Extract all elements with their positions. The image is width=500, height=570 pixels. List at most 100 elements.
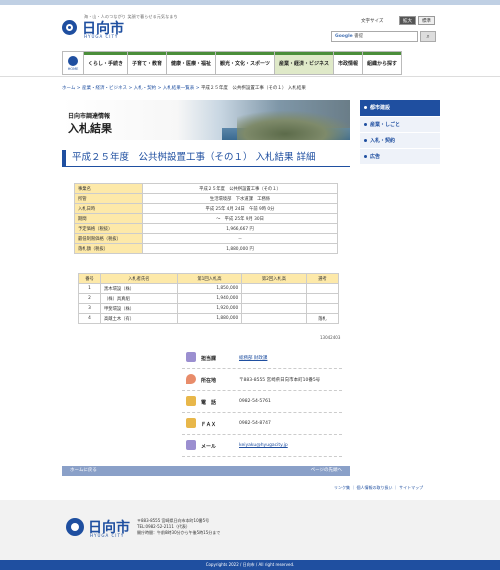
search-input[interactable]: Google 書提 <box>331 31 418 42</box>
cell-name: 高蔵土木（有） <box>100 313 178 324</box>
info-table: 事業名 平成２５年度 公共桝設置工事（その１） 所管 生活環境部 下水道課 工務係 … <box>74 183 338 254</box>
font-enlarge-button[interactable]: 拡大 <box>399 16 416 25</box>
contact-fax-label: ＦＡＸ <box>201 422 217 428</box>
site-header: 海・山・人のつながり 笑顔で暮らせる元気なまち 日向市 HYUGA CITY 文… <box>0 5 500 45</box>
contact-phone: 電 話 0982-54-5761 <box>182 391 342 413</box>
info-value: 1,966,667 円 <box>142 223 338 234</box>
table-row: 入札日時 平成 25年 4月 24日 午前 9時 0分 <box>74 203 338 214</box>
info-label: 期間 <box>74 213 143 224</box>
breadcrumb-current: 平成２５年度 公共桝設置工事（その１） 入札結果 <box>200 86 306 91</box>
back-home-link[interactable]: ホームに戻る <box>70 466 97 476</box>
breadcrumb-bidding[interactable]: 入札・契約 <box>134 86 157 91</box>
search-placeholder: 書提 <box>354 34 364 39</box>
breadcrumb-results-list[interactable]: 入札結果一覧表 <box>163 86 195 91</box>
banner-title: 入札結果 <box>68 122 112 135</box>
page-banner: 日向市調達情報 入札結果 <box>62 100 350 140</box>
breadcrumb-home[interactable]: ホーム <box>62 86 75 91</box>
nav-item-living[interactable]: くらし・手続き <box>84 51 129 75</box>
cell-round2 <box>241 303 307 314</box>
page-nav-bar: ホームに戻る ページの先頭へ <box>62 466 350 476</box>
table-row: 所管 生活環境部 下水道課 工務係 <box>74 193 338 204</box>
col-header-selection: 選考 <box>305 273 340 284</box>
cell-name: 黒木環設（株） <box>100 283 178 294</box>
map-pin-icon <box>186 374 196 384</box>
footer-address: 〒883-8555 宮崎県日向市本町10番5号 TEL:0982-52-2111… <box>137 518 220 536</box>
col-header-round1: 第1回入札高 <box>176 273 243 284</box>
cell-round1: 1,850,000 <box>176 283 243 294</box>
page-id: 13042403 <box>320 335 341 340</box>
sidebar-item-bidding[interactable]: 入札・契約 <box>360 132 440 148</box>
table-row: 事業名 平成２５年度 公共桝設置工事（その１） <box>74 183 338 194</box>
home-icon <box>68 55 78 66</box>
nav-home-label: HOME <box>67 66 79 71</box>
contact-address: 所在地 〒883-8555 宮崎県日向市本町10番5号 <box>182 369 342 391</box>
cell-name: 甲斐環設（株） <box>100 303 178 314</box>
cell-name: （株）具真組 <box>100 293 178 304</box>
col-header-name: 入札者氏名 <box>100 273 178 284</box>
contact-phone-label: 電 話 <box>201 400 217 406</box>
contact-mail: メール keiyaku@hyugacity.jp <box>182 435 342 457</box>
contact-dept-link[interactable]: 総務部 財政課 <box>239 355 267 361</box>
cell-round2 <box>241 313 307 324</box>
cell-round1: 1,880,000 <box>176 313 243 324</box>
contact-phone-value: 0982-54-5761 <box>239 399 271 404</box>
contact-dept: 担当課 総務部 財政課 <box>182 347 342 369</box>
cell-round2 <box>241 283 307 294</box>
table-row: 4 高蔵土木（有） 1,880,000 落札 <box>78 313 340 324</box>
footer-hours-line: 開庁時間：午前8時30分から午後5時15分まで <box>137 530 221 535</box>
nav-item-organization[interactable]: 組織から探す <box>362 51 402 75</box>
cell-no: 1 <box>78 283 101 294</box>
nav-divider <box>0 76 500 77</box>
cell-no: 2 <box>78 293 101 304</box>
cell-round1: 1,920,000 <box>176 303 243 314</box>
sidebar-item-urban[interactable]: 都市建設 <box>360 100 440 116</box>
mail-icon <box>186 440 196 450</box>
contact-mail-link[interactable]: keiyaku@hyugacity.jp <box>239 443 288 448</box>
info-value: ～ 平成 25年 9月 30日 <box>142 213 338 224</box>
table-row: 落札額（税抜） 1,880,000 円 <box>74 243 338 254</box>
info-value: 生活環境部 下水道課 工務係 <box>142 193 338 204</box>
font-size-label: 文字サイズ <box>361 19 384 24</box>
info-value: － <box>142 233 338 244</box>
contact-mail-label: メール <box>201 444 217 450</box>
cell-no: 4 <box>78 313 101 324</box>
page-top-link[interactable]: ページの先頭へ <box>311 466 342 476</box>
cell-no: 3 <box>78 303 101 314</box>
info-value: 平成 25年 4月 24日 午前 9時 0分 <box>142 203 338 214</box>
bid-table: 番号 入札者氏名 第1回入札高 第2回入札高 選考 1 黒木環設（株） 1,850,… <box>78 273 340 324</box>
footer-logo-sub: HYUGA CITY <box>90 533 125 538</box>
table-header-row: 番号 入札者氏名 第1回入札高 第2回入札高 選考 <box>78 273 340 284</box>
footer-logo-icon <box>66 518 84 536</box>
info-value: 平成２５年度 公共桝設置工事（その１） <box>142 183 338 194</box>
cell-selection: 落札 <box>305 313 340 324</box>
search-brand: Google <box>335 34 353 39</box>
fax-icon <box>186 418 196 428</box>
search-icon[interactable]: ⌕ <box>420 31 436 42</box>
nav-item-tourism[interactable]: 観光・文化・スポーツ <box>216 51 275 75</box>
contact-fax: ＦＡＸ 0982-54-8747 <box>182 413 342 435</box>
info-label: 最低制限価格（税抜） <box>74 233 143 244</box>
breadcrumb: ホーム > 産業・経済・ビジネス > 入札・契約 > 入札結果一覧表 > 平成２… <box>62 86 306 91</box>
font-standard-button[interactable]: 標準 <box>418 16 435 25</box>
copyright: Copyrights 2022 / 日向市 / All right reserv… <box>0 560 500 570</box>
person-icon <box>186 352 196 362</box>
cell-selection <box>305 283 340 294</box>
city-logo-icon[interactable] <box>62 20 77 35</box>
nav-item-health[interactable]: 健康・医療・福祉 <box>167 51 217 75</box>
breadcrumb-industry[interactable]: 産業・経済・ビジネス <box>82 86 127 91</box>
table-row: 予定価格（税抜） 1,966,667 円 <box>74 223 338 234</box>
info-label: 落札額（税抜） <box>74 243 143 254</box>
footer-links[interactable]: リンク集 ｜ 個人情報の取り扱い ｜ サイトマップ <box>334 485 423 491</box>
contact-fax-value: 0982-54-8747 <box>239 421 271 426</box>
info-label: 所管 <box>74 193 143 204</box>
sidebar-item-industry[interactable]: 産業・しごと <box>360 116 440 132</box>
nav-item-government[interactable]: 市政情報 <box>333 51 363 75</box>
cell-round1: 1,940,000 <box>176 293 243 304</box>
contact-dept-label: 担当課 <box>201 356 217 362</box>
nav-item-childcare[interactable]: 子育て・教育 <box>128 51 168 75</box>
nav-home[interactable]: HOME <box>62 51 84 75</box>
nav-item-industry[interactable]: 産業・経済・ビジネス <box>274 51 334 75</box>
contact-address-value: 〒883-8555 宮崎県日向市本町10番5号 <box>239 378 321 383</box>
sidebar-item-ads[interactable]: 広告 <box>360 148 440 164</box>
table-row: 期間～ 平成 25年 9月 30日 <box>74 213 338 224</box>
